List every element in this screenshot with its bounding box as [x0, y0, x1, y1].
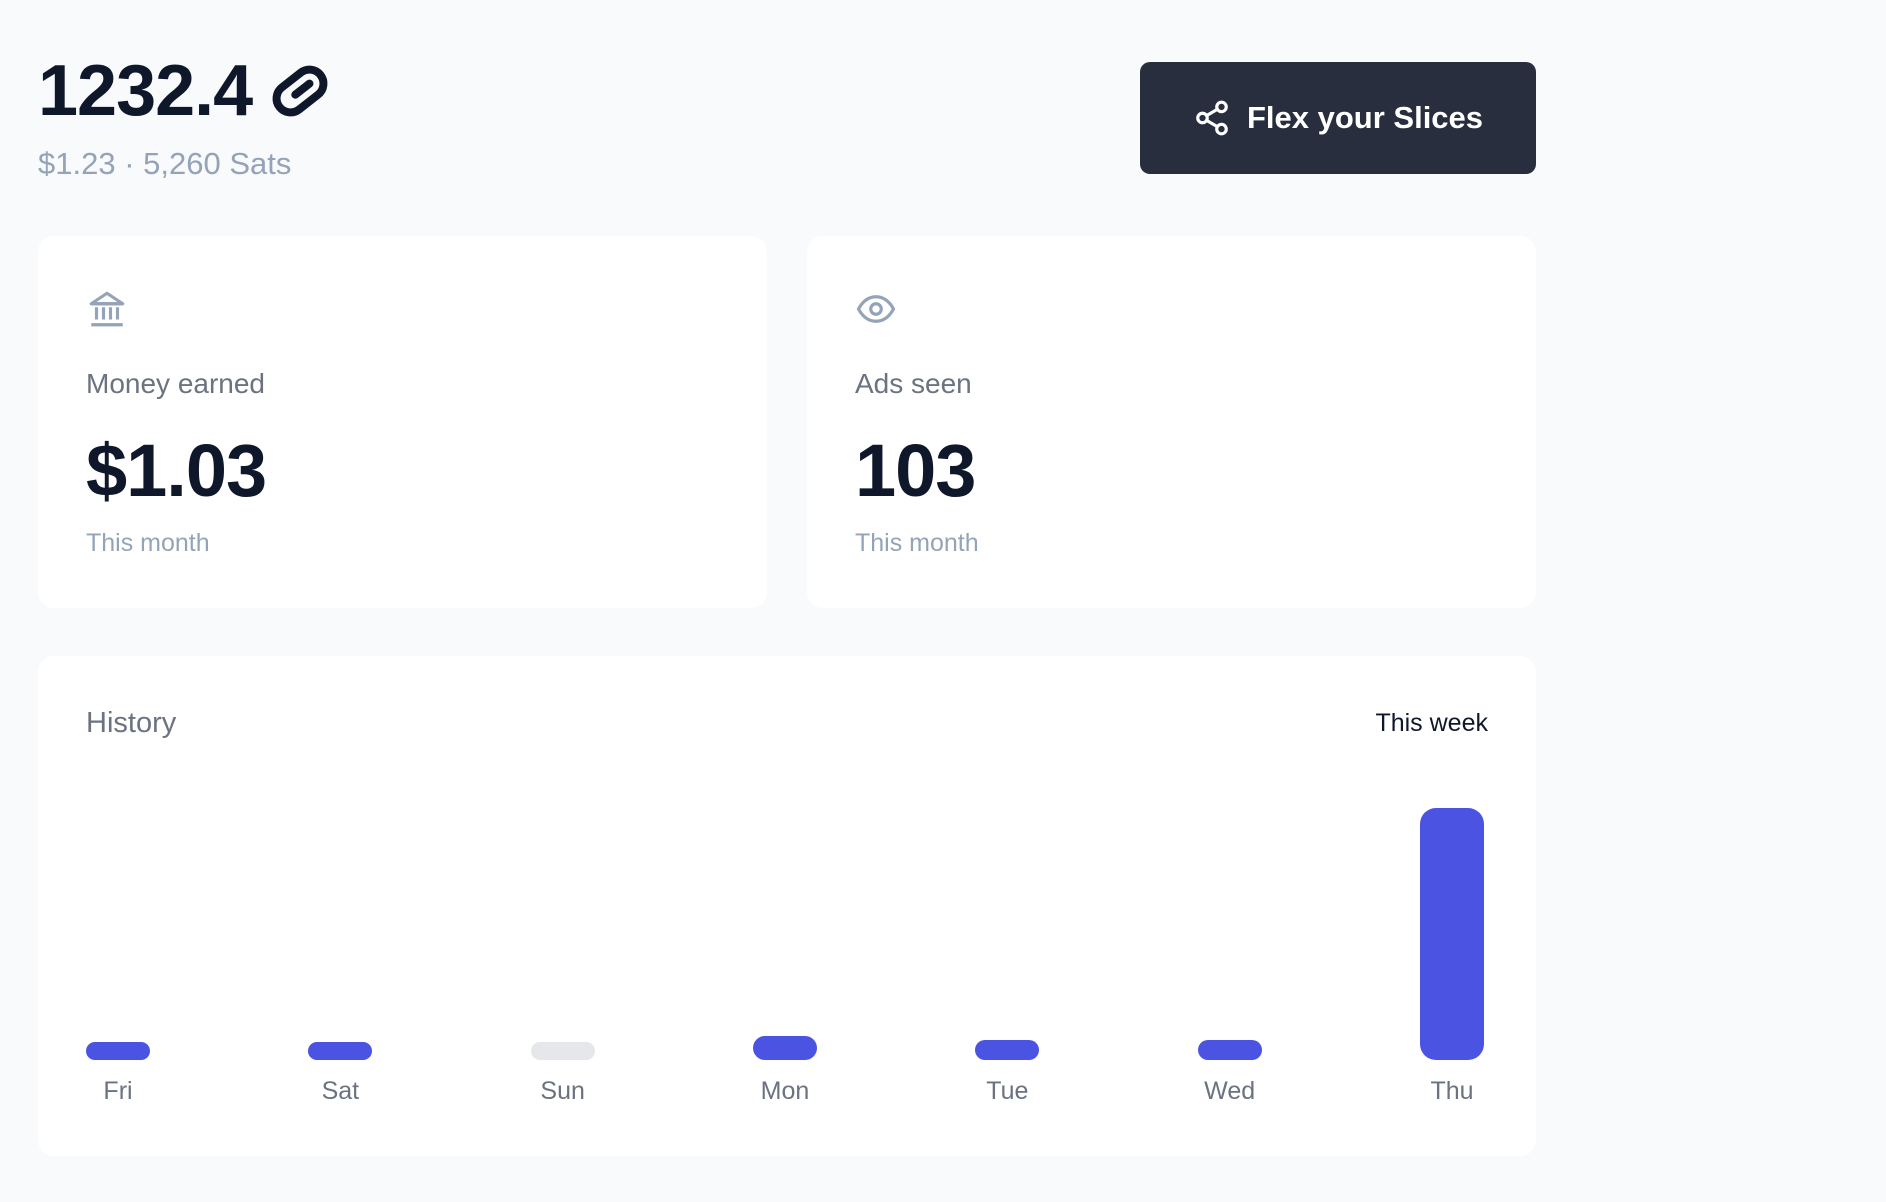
history-bar-chart: Fri Sat Sun Mon Tue Wed Thu [38, 656, 1536, 1156]
money-earned-label: Money earned [86, 368, 266, 399]
money-earned-period: This month [86, 529, 210, 557]
ads-seen-value: 103 [855, 429, 976, 512]
ads-seen-label: Ads seen [855, 368, 972, 399]
history-label-wed: Wed [1204, 1077, 1256, 1105]
history-bar-tue [975, 1039, 1040, 1060]
history-bar-sat [308, 1042, 373, 1060]
history-bar-fri [86, 1042, 150, 1060]
slice-logo-icon [266, 61, 334, 121]
history-label-fri: Fri [103, 1077, 133, 1105]
share-icon [1193, 99, 1231, 137]
history-bar-mon [753, 1035, 817, 1060]
history-label-tue: Tue [986, 1077, 1029, 1105]
history-label-sun: Sun [540, 1077, 585, 1105]
history-card: History This week Fri Sat Sun Mon Tue Wed Thu [38, 656, 1536, 1156]
history-label-mon: Mon [760, 1077, 810, 1105]
history-bar-thu [1420, 808, 1484, 1060]
history-bar-sun [530, 1042, 595, 1060]
money-earned-value: $1.03 [86, 429, 267, 512]
history-label-thu: Thu [1430, 1077, 1474, 1105]
history-label-sat: Sat [321, 1077, 360, 1105]
ads-seen-period: This month [855, 529, 979, 557]
flex-your-slices-button[interactable]: Flex your Slices [1140, 62, 1536, 174]
balance-value: 1232.4 [38, 51, 253, 131]
balance-subtitle: $1.23 · 5,260 Sats [38, 146, 292, 181]
bank-icon [86, 288, 128, 330]
flex-button-label: Flex your Slices [1246, 100, 1484, 135]
ads-seen-card: Ads seen 103 This month [807, 236, 1536, 608]
history-bar-wed [1197, 1039, 1262, 1060]
eye-icon [855, 288, 897, 330]
balance-header: 1232.4 [38, 50, 334, 132]
money-earned-card: Money earned $1.03 This month [38, 236, 767, 608]
dashboard-page: 1232.4 $1.23 · 5,260 Sats Flex your Slic… [0, 0, 1886, 1202]
